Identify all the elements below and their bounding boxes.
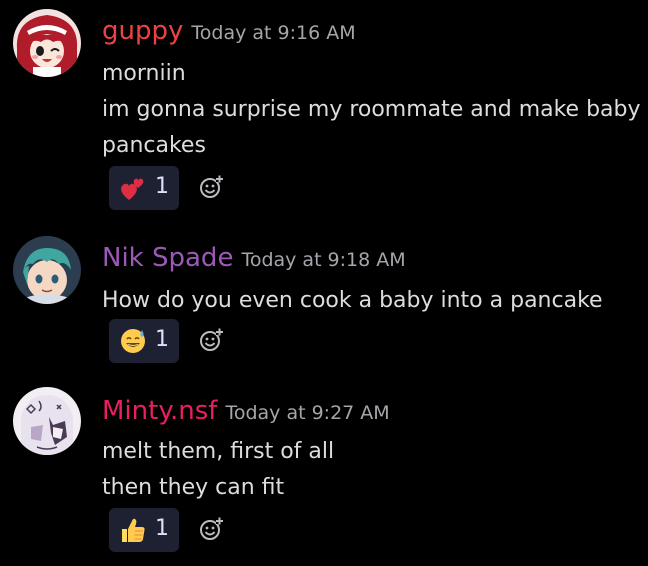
add-reaction-icon[interactable] — [199, 327, 225, 353]
heart-exclamation-icon — [121, 178, 144, 200]
message-line: morniin — [102, 61, 186, 86]
avatar[interactable] — [13, 236, 81, 304]
message-line: then they can fit — [102, 475, 285, 500]
reaction-count: 1 — [155, 516, 169, 541]
message-line: im gonna surprise my roommate and make b… — [102, 97, 641, 122]
reaction-button[interactable]: 1 — [109, 166, 179, 210]
add-reaction-icon[interactable] — [199, 516, 225, 542]
username[interactable]: Minty.nsf — [102, 396, 217, 426]
avatar[interactable] — [13, 9, 81, 77]
add-reaction-icon[interactable] — [199, 174, 225, 200]
thumbs-up-icon — [122, 518, 145, 542]
timestamp: Today at 9:18 AM — [241, 249, 406, 271]
message-header: Nik Spade Today at 9:18 AM — [102, 245, 406, 271]
reaction-count: 1 — [155, 174, 169, 199]
username[interactable]: Nik Spade — [102, 243, 233, 273]
sweat-smile-icon — [121, 329, 145, 353]
message-line: melt them, first of all — [102, 439, 335, 464]
username[interactable]: guppy — [102, 16, 183, 46]
avatar[interactable] — [13, 387, 81, 455]
reaction-button[interactable]: 1 — [109, 319, 179, 363]
message-line: pancakes — [102, 133, 206, 158]
timestamp: Today at 9:27 AM — [225, 402, 390, 424]
timestamp: Today at 9:16 AM — [191, 22, 356, 44]
message-line: How do you even cook a baby into a panca… — [102, 288, 603, 313]
reaction-button[interactable]: 1 — [109, 508, 179, 552]
message-header: guppy Today at 9:16 AM — [102, 18, 356, 44]
message-header: Minty.nsf Today at 9:27 AM — [102, 398, 390, 424]
reaction-count: 1 — [155, 327, 169, 352]
